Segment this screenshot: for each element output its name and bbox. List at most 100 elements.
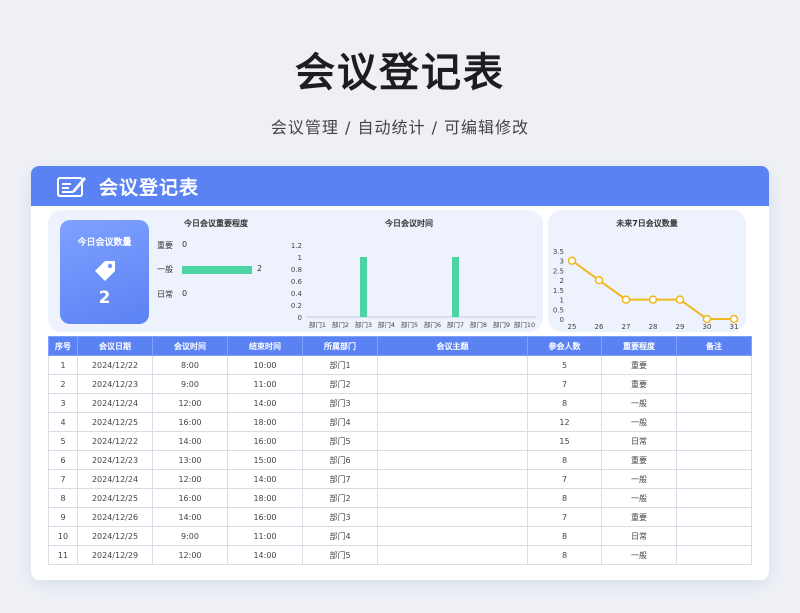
table-cell[interactable]: 8 bbox=[527, 545, 602, 565]
table-cell[interactable]: 11:00 bbox=[227, 374, 303, 394]
table-cell[interactable] bbox=[676, 374, 752, 394]
table-cell[interactable]: 重要 bbox=[601, 355, 677, 375]
table-cell[interactable]: 2024/12/25 bbox=[77, 412, 153, 432]
table-cell[interactable]: 14:00 bbox=[227, 393, 303, 413]
table-cell[interactable]: 16:00 bbox=[227, 507, 303, 527]
table-cell[interactable]: 7 bbox=[527, 507, 602, 527]
table-cell[interactable]: 一般 bbox=[601, 393, 677, 413]
table-cell[interactable]: 15:00 bbox=[227, 450, 303, 470]
table-cell[interactable]: 部门1 bbox=[302, 355, 378, 375]
table-cell[interactable]: 2024/12/26 bbox=[77, 507, 153, 527]
table-cell[interactable]: 重要 bbox=[601, 450, 677, 470]
table-cell[interactable] bbox=[676, 412, 752, 432]
table-cell[interactable]: 5 bbox=[527, 355, 602, 375]
table-cell[interactable]: 8 bbox=[48, 488, 78, 508]
table-cell[interactable]: 18:00 bbox=[227, 412, 303, 432]
table-cell[interactable]: 部门3 bbox=[302, 393, 378, 413]
table-cell[interactable]: 2 bbox=[48, 374, 78, 394]
table-cell[interactable]: 14:00 bbox=[152, 431, 228, 451]
table-cell[interactable]: 部门2 bbox=[302, 488, 378, 508]
table-cell[interactable] bbox=[377, 431, 528, 451]
table-cell[interactable]: 10:00 bbox=[227, 355, 303, 375]
table-cell[interactable] bbox=[676, 450, 752, 470]
table-cell[interactable]: 2024/12/29 bbox=[77, 545, 153, 565]
table-cell[interactable]: 8 bbox=[527, 526, 602, 546]
table-cell[interactable]: 2024/12/24 bbox=[77, 469, 153, 489]
table-cell[interactable]: 2024/12/25 bbox=[77, 488, 153, 508]
table-cell[interactable] bbox=[676, 545, 752, 565]
table-cell[interactable]: 9:00 bbox=[152, 374, 228, 394]
table-cell[interactable]: 12:00 bbox=[152, 469, 228, 489]
table-cell[interactable]: 12 bbox=[527, 412, 602, 432]
table-cell[interactable]: 2024/12/23 bbox=[77, 450, 153, 470]
table-cell[interactable]: 2024/12/24 bbox=[77, 393, 153, 413]
table-cell[interactable] bbox=[377, 450, 528, 470]
table-cell[interactable] bbox=[377, 488, 528, 508]
table-cell[interactable]: 1 bbox=[48, 355, 78, 375]
table-cell[interactable]: 2024/12/22 bbox=[77, 355, 153, 375]
table-cell[interactable]: 6 bbox=[48, 450, 78, 470]
table-cell[interactable] bbox=[676, 507, 752, 527]
table-cell[interactable]: 一般 bbox=[601, 469, 677, 489]
table-cell[interactable]: 14:00 bbox=[227, 545, 303, 565]
table-cell[interactable] bbox=[377, 374, 528, 394]
table-cell[interactable]: 5 bbox=[48, 431, 78, 451]
table-cell[interactable]: 2024/12/23 bbox=[77, 374, 153, 394]
table-cell[interactable]: 一般 bbox=[601, 488, 677, 508]
table-cell[interactable] bbox=[676, 355, 752, 375]
table-cell[interactable]: 16:00 bbox=[227, 431, 303, 451]
table-cell[interactable]: 15 bbox=[527, 431, 602, 451]
table-cell[interactable]: 11:00 bbox=[227, 526, 303, 546]
table-cell[interactable]: 部门6 bbox=[302, 450, 378, 470]
table-cell[interactable]: 9 bbox=[48, 507, 78, 527]
table-cell[interactable]: 18:00 bbox=[227, 488, 303, 508]
table-cell[interactable] bbox=[377, 393, 528, 413]
table-cell[interactable]: 部门2 bbox=[302, 374, 378, 394]
table-cell[interactable]: 部门3 bbox=[302, 507, 378, 527]
table-cell[interactable]: 8 bbox=[527, 393, 602, 413]
table-cell[interactable]: 重要 bbox=[601, 507, 677, 527]
table-cell[interactable]: 4 bbox=[48, 412, 78, 432]
table-cell[interactable] bbox=[377, 412, 528, 432]
table-cell[interactable]: 日常 bbox=[601, 526, 677, 546]
table-cell[interactable]: 12:00 bbox=[152, 393, 228, 413]
table-cell[interactable]: 部门4 bbox=[302, 412, 378, 432]
table-cell[interactable]: 14:00 bbox=[227, 469, 303, 489]
table-cell[interactable]: 10 bbox=[48, 526, 78, 546]
table-cell[interactable]: 一般 bbox=[601, 412, 677, 432]
table-cell[interactable]: 12:00 bbox=[152, 545, 228, 565]
table-cell[interactable] bbox=[377, 507, 528, 527]
table-cell[interactable] bbox=[377, 469, 528, 489]
table-cell[interactable]: 7 bbox=[527, 374, 602, 394]
table-cell[interactable]: 7 bbox=[48, 469, 78, 489]
table-cell[interactable]: 9:00 bbox=[152, 526, 228, 546]
table-cell[interactable]: 16:00 bbox=[152, 488, 228, 508]
table-cell[interactable]: 部门4 bbox=[302, 526, 378, 546]
table-cell[interactable]: 2024/12/22 bbox=[77, 431, 153, 451]
table-cell[interactable]: 2024/12/25 bbox=[77, 526, 153, 546]
kpi-value: 2 bbox=[98, 288, 111, 308]
table-cell[interactable]: 日常 bbox=[601, 431, 677, 451]
table-cell[interactable]: 3 bbox=[48, 393, 78, 413]
table-cell[interactable]: 14:00 bbox=[152, 507, 228, 527]
table-cell[interactable] bbox=[676, 469, 752, 489]
table-cell[interactable]: 7 bbox=[527, 469, 602, 489]
table-cell[interactable] bbox=[377, 526, 528, 546]
table-cell[interactable]: 8:00 bbox=[152, 355, 228, 375]
table-cell[interactable]: 16:00 bbox=[152, 412, 228, 432]
table-cell[interactable] bbox=[377, 545, 528, 565]
table-cell[interactable]: 部门5 bbox=[302, 545, 378, 565]
table-cell[interactable]: 重要 bbox=[601, 374, 677, 394]
table-cell[interactable] bbox=[676, 431, 752, 451]
table-cell[interactable]: 8 bbox=[527, 450, 602, 470]
table-cell[interactable] bbox=[676, 393, 752, 413]
table-cell[interactable]: 部门5 bbox=[302, 431, 378, 451]
table-cell[interactable] bbox=[377, 355, 528, 375]
table-cell[interactable]: 8 bbox=[527, 488, 602, 508]
table-cell[interactable]: 11 bbox=[48, 545, 78, 565]
table-cell[interactable]: 13:00 bbox=[152, 450, 228, 470]
table-cell[interactable] bbox=[676, 488, 752, 508]
table-cell[interactable]: 部门7 bbox=[302, 469, 378, 489]
table-cell[interactable] bbox=[676, 526, 752, 546]
table-cell[interactable]: 一般 bbox=[601, 545, 677, 565]
